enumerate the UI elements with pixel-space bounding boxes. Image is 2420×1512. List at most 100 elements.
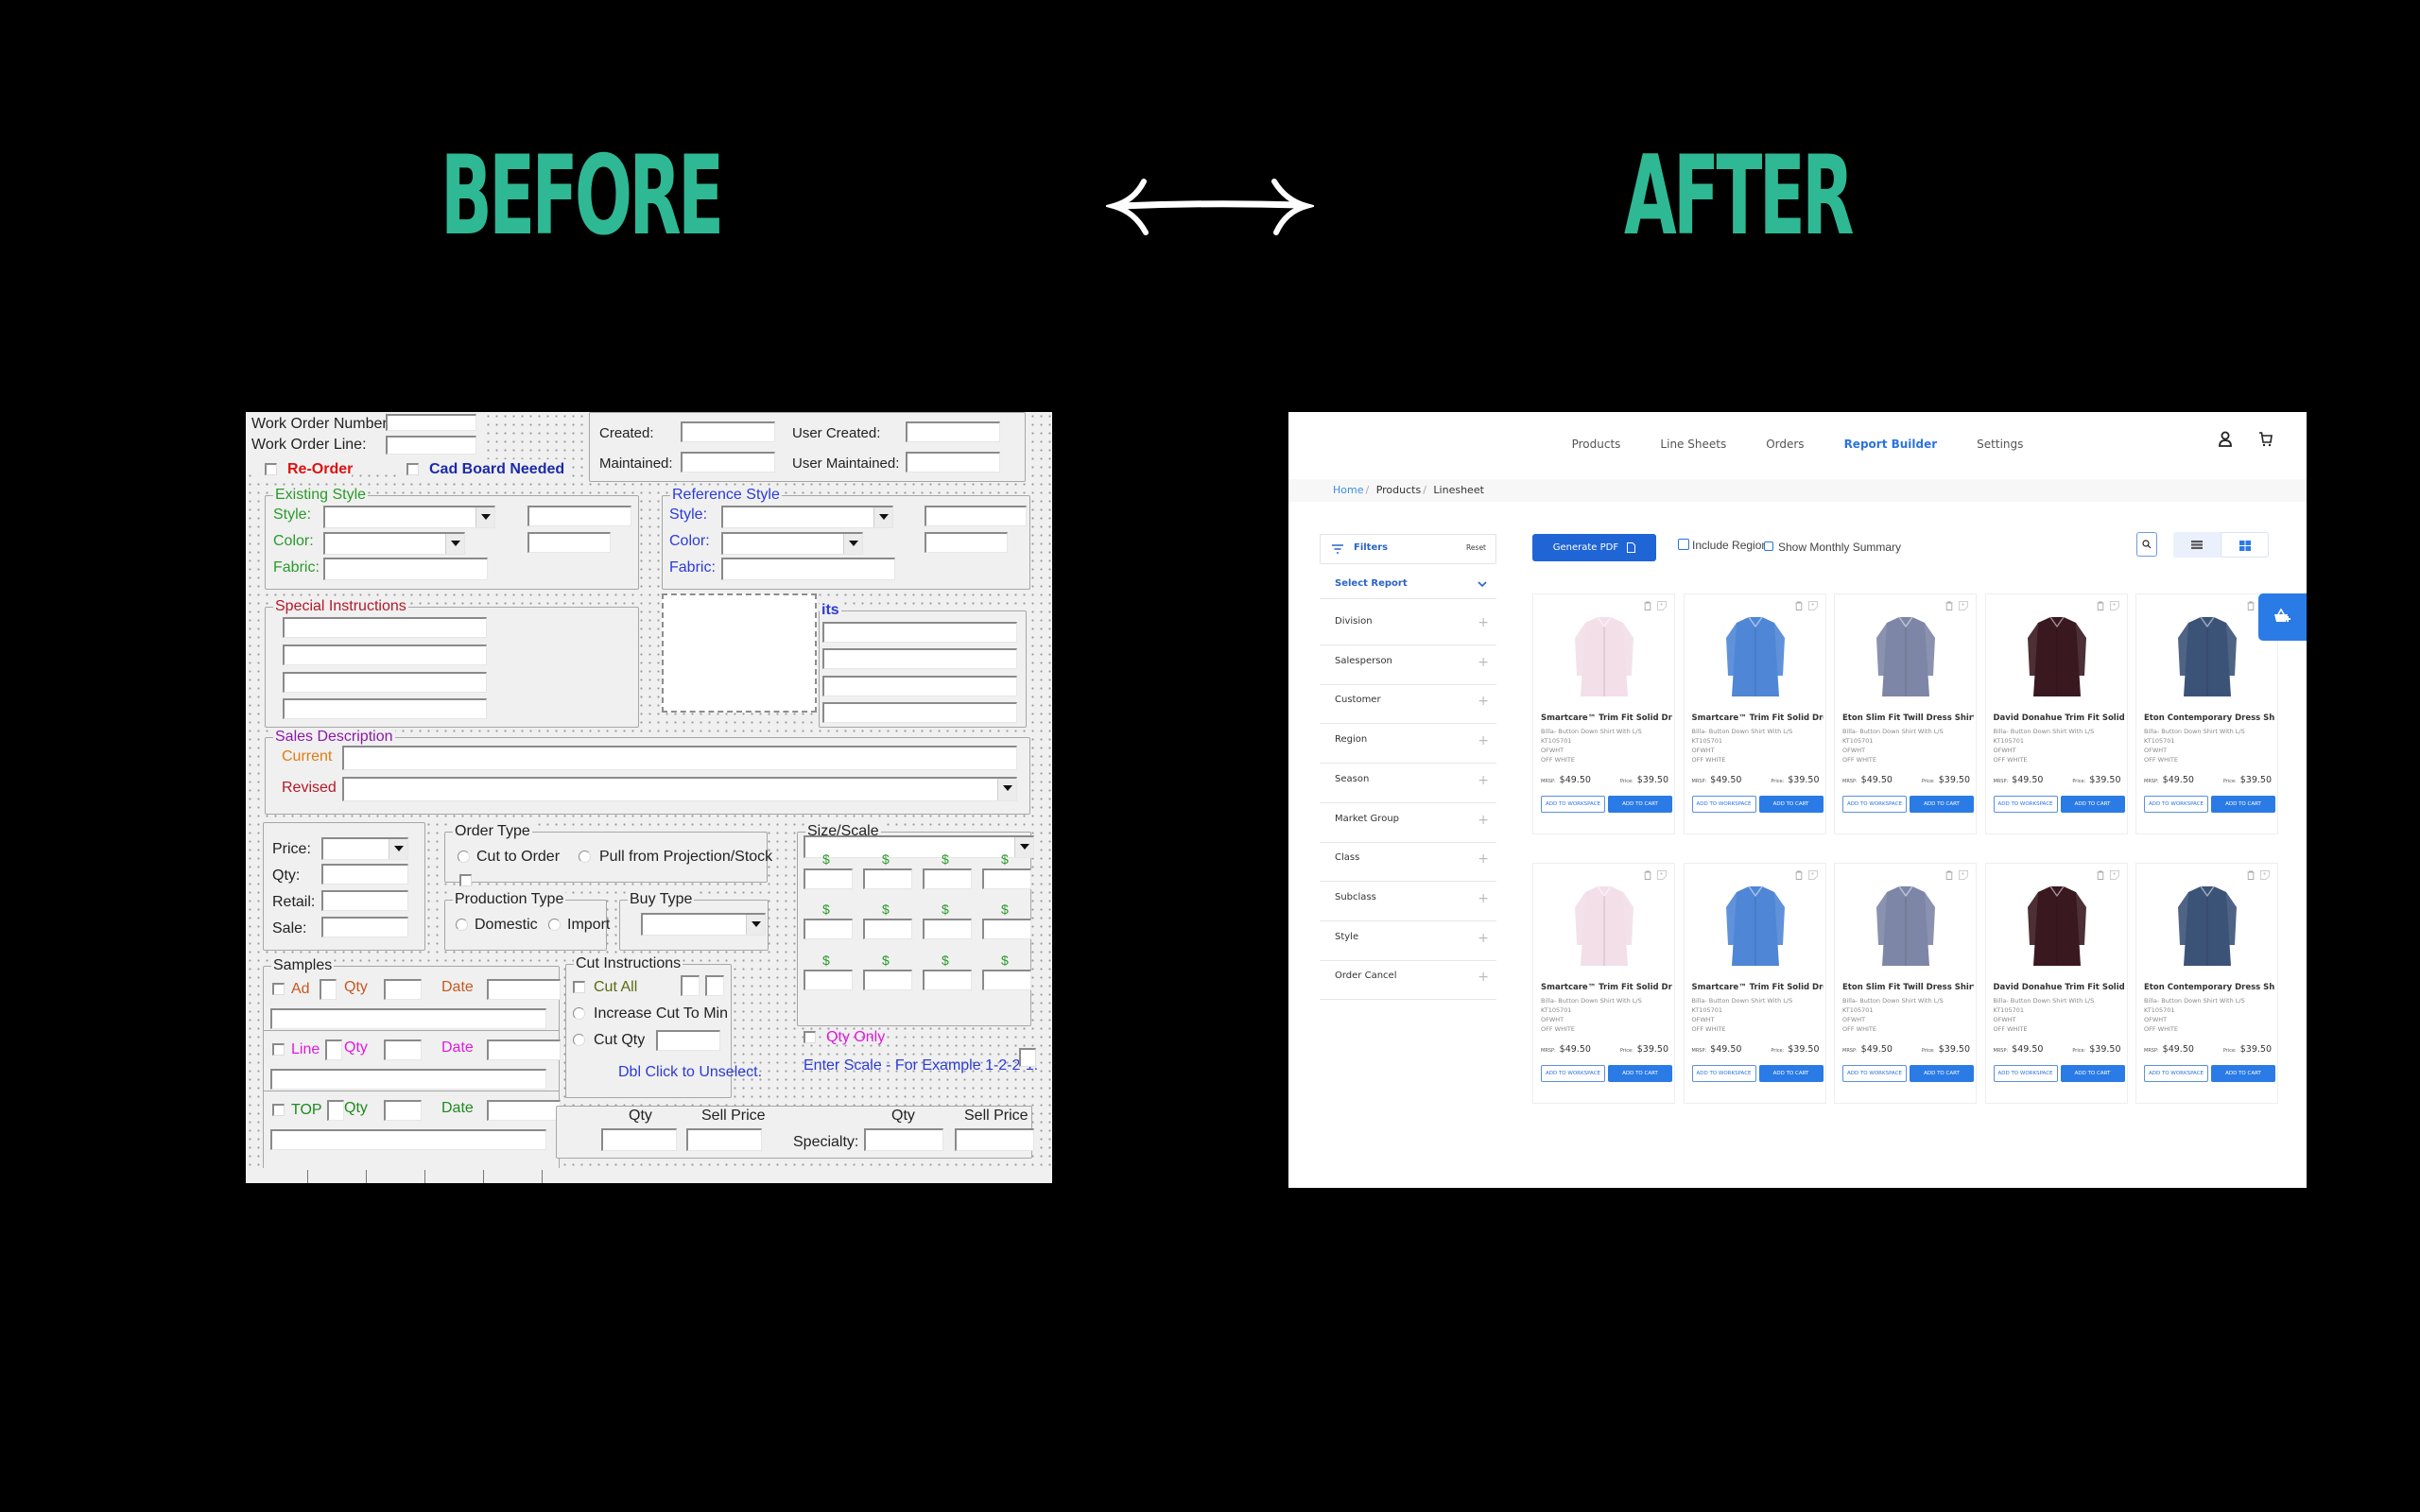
chevron-down-icon[interactable] [997,779,1016,800]
existing-color-select[interactable] [323,532,465,555]
sample-2-flag-field[interactable] [327,1100,344,1121]
product-image[interactable] [1713,610,1798,704]
comments-line-2[interactable] [822,648,1017,669]
filter-item-division[interactable]: Division + [1320,606,1496,645]
add-to-cart-button[interactable]: ADD TO CART [2060,1065,2125,1082]
add-note-icon[interactable] [1657,601,1667,610]
size-scale-field-r2-c1[interactable] [804,919,853,939]
add-to-workspace-button[interactable]: ADD TO WORKSPACE [2144,1065,2208,1082]
comments-line-1[interactable] [822,622,1017,643]
add-to-workspace-button[interactable]: ADD TO WORKSPACE [1842,796,1907,813]
product-title[interactable]: Smartcare™ Trim Fit Solid Dress Shirt [1692,983,1824,992]
floating-basket-button[interactable] [2258,593,2307,641]
add-to-workspace-button[interactable]: ADD TO WORKSPACE [1541,1065,1605,1082]
add-to-workspace-button[interactable]: ADD TO WORKSPACE [1993,796,2058,813]
retail-field[interactable] [321,890,408,911]
sample-1-checkbox[interactable] [272,1043,285,1056]
reset-filters-button[interactable]: Reset [1466,543,1486,552]
sample-2-checkbox[interactable] [272,1104,285,1116]
add-to-cart-button[interactable]: ADD TO CART [1910,796,1974,813]
cut-qty-field[interactable] [656,1030,720,1051]
add-to-cart-button[interactable]: ADD TO CART [2211,1065,2275,1082]
generate-pdf-button[interactable]: Generate PDF [1532,534,1656,561]
filter-item-class[interactable]: Class + [1320,842,1496,883]
breadcrumb-products[interactable]: Products [1376,484,1422,496]
product-card[interactable]: Smartcare™ Trim Fit Solid Dress Shirt Bi… [1532,863,1675,1104]
include-regions-checkbox[interactable] [1678,539,1689,550]
nav-orders[interactable]: Orders [1766,438,1804,451]
specialty-sell-price-field[interactable] [955,1128,1034,1151]
product-card[interactable]: David Donahue Trim Fit Solid Billa- Butt… [1984,863,2128,1104]
product-card[interactable]: Eton Contemporary Dress Shirt Billa- But… [2135,863,2278,1104]
sample-0-checkbox[interactable] [272,983,285,995]
add-note-icon[interactable] [1959,601,1968,610]
add-to-cart-button[interactable]: ADD TO CART [1758,1065,1824,1082]
nav-report-builder[interactable]: Report Builder [1844,438,1938,451]
sample-0-date-field[interactable] [487,979,561,1000]
chevron-down-icon[interactable] [843,534,862,554]
add-to-workspace-button[interactable]: ADD TO WORKSPACE [1691,1065,1756,1082]
bottom-qty-field[interactable] [601,1128,677,1151]
user-created-field[interactable] [906,421,1000,442]
add-to-workspace-button[interactable]: ADD TO WORKSPACE [1842,1065,1907,1082]
show-monthly-summary-checkbox[interactable] [1764,541,1773,551]
product-image[interactable] [1562,610,1647,704]
pull-from-stock-radio[interactable] [579,850,591,863]
add-note-icon[interactable] [2260,870,2270,880]
add-to-workspace-button[interactable]: ADD TO WORKSPACE [1993,1065,2058,1082]
existing-style-desc-field[interactable] [527,506,631,526]
product-card[interactable]: Eton Slim Fit Twill Dress Shirt Billa- B… [1834,593,1977,834]
cut-qty-radio[interactable] [573,1034,585,1046]
product-card[interactable]: Smartcare™ Trim Fit Solid Dress Shirt Bi… [1683,593,1826,834]
cut-all-checkbox[interactable] [573,981,585,993]
maintained-field[interactable] [681,452,775,472]
product-title[interactable]: Eton Contemporary Dress Shirt [2144,983,2275,992]
select-report-dropdown[interactable]: Select Report [1320,571,1496,599]
user-icon[interactable] [2218,431,2233,448]
add-to-cart-button[interactable]: ADD TO CART [2060,796,2125,813]
sample-0-qty-field[interactable] [384,979,422,1000]
revised-description-select[interactable] [342,777,1017,801]
qty-field[interactable] [321,864,408,885]
product-image[interactable] [1713,879,1798,973]
reorder-checkbox[interactable] [265,463,277,475]
size-scale-field-r2-c2[interactable] [863,919,912,939]
existing-style-select[interactable] [323,506,495,528]
specialty-qty-field[interactable] [864,1128,943,1151]
chevron-down-icon[interactable] [873,507,892,527]
reference-style-select[interactable] [721,506,893,528]
product-image[interactable] [1863,879,1948,973]
product-title[interactable]: Smartcare™ Trim Fit Solid Dress Shirt [1692,713,1824,723]
grid-view-button[interactable] [2221,532,2269,558]
size-scale-field-r2-c4[interactable] [982,919,1031,939]
buy-type-select[interactable] [641,913,766,936]
special-instructions-line-1[interactable] [283,617,487,638]
size-scale-field-r1-c2[interactable] [863,868,912,889]
cut-extra-field-2[interactable] [705,975,724,996]
filter-item-salesperson[interactable]: Salesperson + [1320,645,1496,685]
bottom-sell-price-field[interactable] [686,1128,762,1151]
image-placeholder[interactable] [662,593,817,713]
sample-1-flag-field[interactable] [325,1040,342,1060]
cart-icon[interactable] [2258,431,2273,448]
list-view-button[interactable] [2173,532,2221,558]
size-scale-field-r3-c4[interactable] [982,970,1031,990]
sample-0-flag-field[interactable] [320,979,337,1000]
legacy-button-3[interactable] [367,1170,425,1183]
nav-products[interactable]: Products [1572,438,1621,451]
product-card[interactable]: Eton Contemporary Dress Shirt Billa- But… [2135,593,2278,834]
product-card[interactable]: Smartcare™ Trim Fit Solid Dress Shirt Bi… [1683,863,1826,1104]
filter-item-customer[interactable]: Customer + [1320,684,1496,725]
special-instructions-line-4[interactable] [283,698,487,719]
add-note-icon[interactable] [1807,601,1818,610]
size-scale-field-r1-c3[interactable] [923,868,972,889]
add-note-icon[interactable] [1807,870,1818,880]
add-to-cart-button[interactable]: ADD TO CART [1608,796,1672,813]
product-image[interactable] [2165,879,2250,973]
comments-line-3[interactable] [822,676,1017,696]
add-note-icon[interactable] [2109,870,2119,880]
filter-item-season[interactable]: Season + [1320,764,1496,803]
search-button[interactable] [2136,532,2157,557]
nav-settings[interactable]: Settings [1977,438,2023,451]
product-image[interactable] [2014,879,2100,973]
